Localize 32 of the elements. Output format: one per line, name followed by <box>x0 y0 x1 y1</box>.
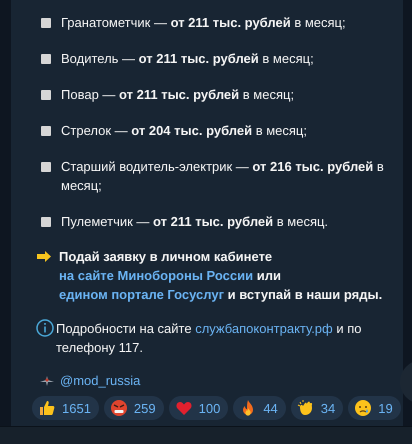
bullet-icon <box>41 18 51 28</box>
reaction-button[interactable]: 259 <box>104 396 164 420</box>
clapping-hands-icon <box>296 399 315 417</box>
call-to-action-text: Подай заявку в личном кабинете на сайте Минобороны России или едином портале Госуслуг и вступай в наши ряды. <box>59 248 384 304</box>
bullet-icon <box>41 217 51 227</box>
info-text: Подробности на сайте службапоконтракту.рф и по телефону 117. <box>56 320 363 357</box>
list-item-text: Водитель — от 211 тыс. рублей в месяц; <box>61 50 314 68</box>
list-item-text: Стрелок — от 204 тыс. рублей в месяц; <box>61 122 307 140</box>
reaction-button[interactable]: 1651 <box>32 396 99 420</box>
link[interactable]: на сайте Минобороны России <box>59 268 254 283</box>
link[interactable]: службапоконтракту.рф <box>195 321 333 336</box>
reaction-button[interactable]: 44 <box>233 396 286 420</box>
list-item-text: Повар — от 211 тыс. рублей в месяц; <box>61 86 294 104</box>
bullet-icon <box>41 162 51 172</box>
link[interactable]: едином портале Госуслуг <box>59 287 224 302</box>
channel-link[interactable]: @mod_russia <box>60 371 140 390</box>
list-item-text: Старший водитель-электрик — от 216 тыс. рублей в месяц; <box>61 158 385 195</box>
reaction-button[interactable]: 19 <box>348 396 401 420</box>
bullet-icon <box>41 126 51 136</box>
heart-icon <box>174 399 193 417</box>
bullet-icon <box>41 90 51 100</box>
crying-face-icon <box>354 399 372 417</box>
info-icon <box>36 319 54 337</box>
reaction-button[interactable]: 100 <box>168 396 228 420</box>
reaction-button[interactable]: 34 <box>290 396 344 420</box>
bird-icon <box>40 374 54 386</box>
list-item-text: Гранатометчик — от 211 тыс. рублей в месяц; <box>61 14 346 32</box>
bullet-icon <box>41 54 51 64</box>
arrow-right-icon <box>36 251 52 262</box>
thumbs-up-icon <box>38 399 56 417</box>
angry-face-icon <box>110 399 128 417</box>
list-item-text: Пулеметчик — от 211 тыс. рублей в месяц. <box>61 213 328 231</box>
